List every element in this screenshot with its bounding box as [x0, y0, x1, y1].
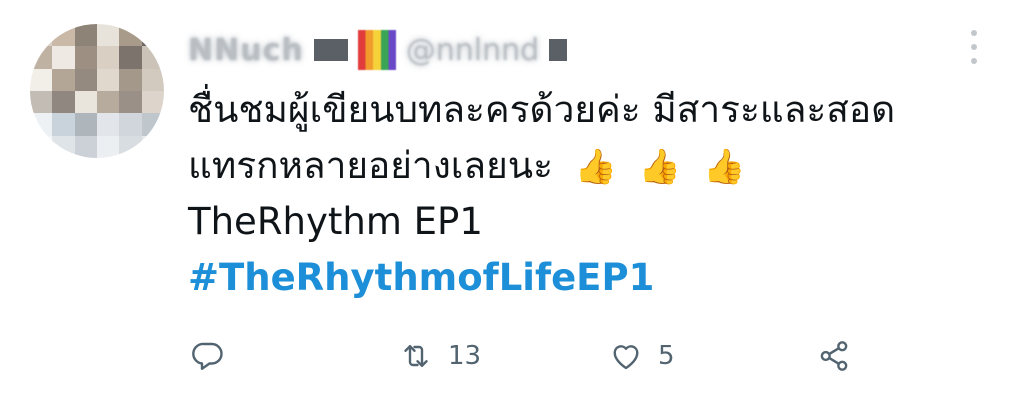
heart-icon — [613, 345, 639, 370]
thumbs-up-emoji: 👍 — [574, 147, 618, 187]
avatar-pixel — [119, 91, 142, 114]
avatar-pixel — [74, 135, 97, 158]
tweet-card[interactable]: NNuch @nnlnnd ชื่นชมผู้เขียนบทละครด้วยค่… — [0, 0, 1024, 410]
avatar-pixel — [119, 68, 142, 91]
avatar-pixel — [74, 68, 97, 91]
tweet-text-line: แทรกหลายอย่างเลยนะ 👍 👍 👍 — [188, 138, 988, 194]
action-bar: 13 5 — [190, 332, 870, 380]
share-button[interactable] — [816, 332, 852, 380]
avatar-pixel — [119, 24, 142, 47]
avatar-pixel — [97, 113, 120, 136]
avatar-pixel — [141, 91, 164, 114]
avatar-pixel — [52, 91, 75, 114]
thumbs-up-emoji: 👍 — [702, 147, 746, 187]
avatar-pixel — [119, 46, 142, 69]
share-icon — [820, 341, 848, 371]
avatar-pixel — [74, 24, 97, 47]
avatar-pixel — [74, 46, 97, 69]
avatar-pixel — [97, 68, 120, 91]
like-button[interactable]: 5 — [608, 332, 675, 380]
retweet-button[interactable]: 13 — [398, 332, 481, 380]
tweet-text-segment: แทรกหลายอย่างเลยนะ — [188, 144, 553, 187]
avatar-pixel — [97, 135, 120, 158]
avatar[interactable] — [30, 24, 164, 158]
tweet-text-line: TheRhythm EP1 — [188, 200, 483, 243]
author-name[interactable]: NNuch — [188, 33, 304, 68]
avatar-pixel — [30, 46, 53, 69]
avatar-pixel — [141, 46, 164, 69]
avatar-pixel — [97, 91, 120, 114]
author-handle[interactable]: @nnlnnd — [406, 33, 539, 68]
hashtag-link[interactable]: #TheRhythmofLifeEP1 — [188, 256, 654, 299]
avatar-pixel — [30, 113, 53, 136]
more-options-icon[interactable] — [966, 30, 982, 64]
avatar-pixel — [119, 135, 142, 158]
retweet-icon — [404, 345, 428, 367]
reply-icon — [192, 342, 223, 370]
redaction-block — [549, 39, 568, 61]
avatar-pixel — [52, 24, 75, 47]
avatar-pixel — [119, 113, 142, 136]
avatar-pixel — [141, 68, 164, 91]
like-count: 5 — [658, 341, 675, 371]
avatar-pixel — [74, 113, 97, 136]
avatar-pixel — [52, 135, 75, 158]
redaction-block — [313, 39, 348, 61]
avatar-pixel — [30, 68, 53, 91]
reply-button[interactable] — [190, 332, 226, 380]
avatar-pixel — [30, 91, 53, 114]
avatar-pixel — [97, 24, 120, 47]
tweet-text-line: ชื่นชมผู้เขียนบทละครด้วยค่ะ มีสาระและสอด — [188, 88, 896, 131]
avatar-pixel — [30, 135, 53, 158]
avatar-pixel — [52, 113, 75, 136]
avatar-pixel — [141, 135, 164, 158]
tweet-header: NNuch @nnlnnd — [188, 26, 568, 74]
thumbs-up-emoji: 👍 — [638, 147, 682, 187]
tweet-text: ชื่นชมผู้เขียนบทละครด้วยค่ะ มีสาระและสอด… — [188, 82, 988, 306]
rainbow-flag-icon — [357, 30, 396, 70]
avatar-pixel — [30, 24, 53, 47]
avatar-pixel — [74, 91, 97, 114]
tweet-text-line: #TheRhythmofLifeEP1 — [188, 250, 988, 306]
retweet-count: 13 — [448, 341, 482, 371]
avatar-pixel — [52, 46, 75, 69]
avatar-pixel — [52, 68, 75, 91]
avatar-pixel — [141, 24, 164, 47]
avatar-pixel — [141, 113, 164, 136]
avatar-pixel — [97, 46, 120, 69]
